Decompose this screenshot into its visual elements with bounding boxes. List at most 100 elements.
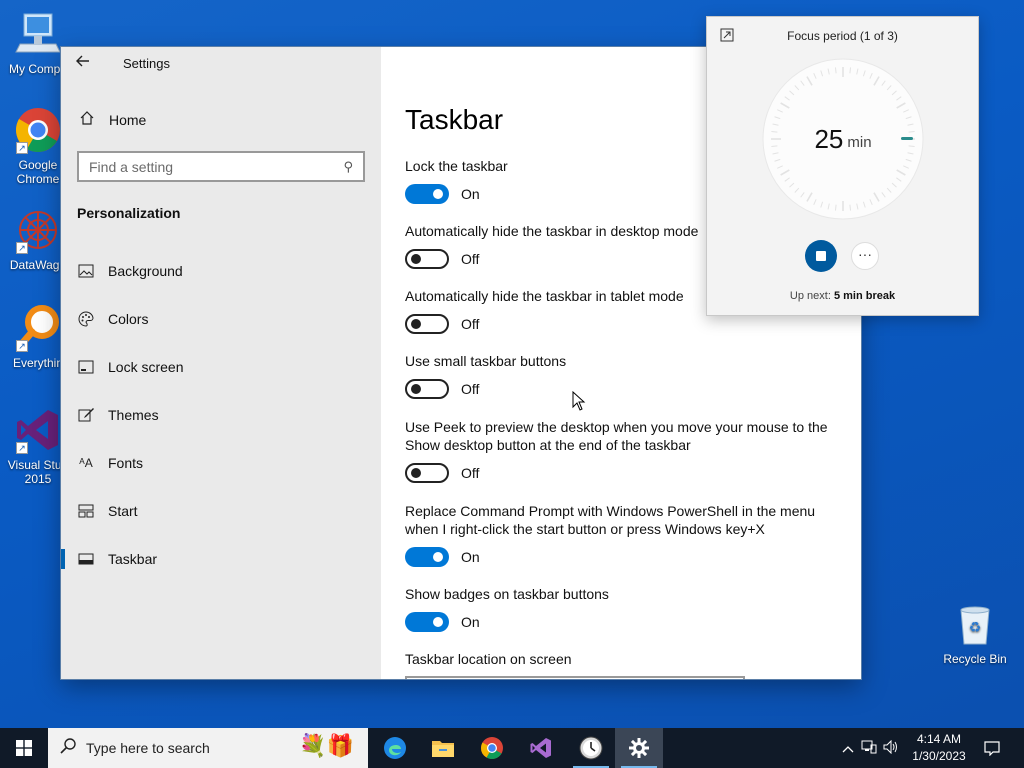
sidebar-item-label: Colors (108, 311, 149, 327)
chevron-up-icon[interactable] (838, 741, 858, 756)
more-options-button[interactable]: ··· (851, 242, 879, 270)
edge-icon (384, 737, 406, 759)
chrome-icon: ↗ (14, 106, 62, 154)
notification-center-icon[interactable] (980, 728, 1004, 768)
focus-period-label: Focus period (1 of 3) (787, 29, 898, 43)
focus-timer-window: Focus period (1 of 3) 25 min ··· Up next… (706, 16, 979, 316)
toggle-state: On (461, 186, 480, 202)
mouse-cursor-icon (572, 391, 586, 411)
small-buttons-toggle[interactable] (405, 379, 449, 399)
sidebar-item-label: Fonts (108, 455, 144, 471)
visual-studio-icon (530, 738, 551, 758)
datawagon-icon: ↗ (14, 206, 62, 254)
setting-label: Show badges on taskbar buttons (405, 586, 609, 602)
sidebar-item-home[interactable]: Home (77, 109, 146, 131)
sidebar-item-label: Background (108, 263, 183, 279)
powershell-toggle[interactable] (405, 547, 449, 567)
taskbar-icon (77, 550, 95, 568)
toggle-state: On (461, 549, 480, 565)
setting-label: Use Peek to preview the desktop when you… (405, 419, 828, 453)
autohide-tablet-toggle[interactable] (405, 314, 449, 334)
desktop-icon-recycle-bin[interactable]: ♻ Recycle Bin (940, 602, 1010, 666)
sidebar-item-taskbar[interactable]: Taskbar (61, 535, 381, 583)
lock-taskbar-toggle[interactable] (405, 184, 449, 204)
stop-button[interactable] (805, 240, 837, 272)
timer-readout: 25 min (761, 57, 925, 221)
search-icon (60, 737, 76, 759)
taskbar-app-edge[interactable] (371, 728, 419, 768)
sidebar-item-fonts[interactable]: ᴬA Fonts (61, 439, 381, 487)
toggle-state: On (461, 614, 480, 630)
setting-label: Taskbar location on screen (405, 651, 572, 667)
everything-icon: ↗ (14, 304, 62, 352)
network-icon[interactable] (858, 740, 880, 757)
gift-icon: 💐🎁 (299, 733, 354, 758)
setting-label: Replace Command Prompt with Windows Powe… (405, 503, 816, 537)
sidebar-item-background[interactable]: Background (61, 247, 381, 295)
shortcut-arrow-icon: ↗ (16, 340, 28, 352)
setting-badges: Show badges on taskbar buttons On (405, 585, 845, 632)
system-tray (838, 728, 902, 768)
computer-icon (14, 10, 62, 58)
lock-screen-icon (77, 358, 95, 376)
setting-powershell: Replace Command Prompt with Windows Powe… (405, 502, 845, 567)
toggle-state: Off (461, 381, 480, 397)
up-next-value: 5 min break (833, 290, 896, 302)
search-icon: ⚲ (343, 158, 353, 174)
back-arrow-icon[interactable] (75, 53, 97, 75)
peek-toggle[interactable] (405, 463, 449, 483)
sidebar-item-start[interactable]: Start (61, 487, 381, 535)
search-placeholder: Find a setting (89, 158, 174, 175)
up-next-label: Up next: 5 min break (707, 290, 978, 302)
badges-toggle[interactable] (405, 612, 449, 632)
up-next-prefix: Up next: (789, 290, 834, 302)
setting-location: Taskbar location on screen (405, 650, 845, 668)
volume-icon[interactable] (880, 739, 902, 757)
sidebar-item-label: Themes (108, 407, 159, 423)
image-icon (77, 262, 95, 280)
chrome-icon (481, 737, 503, 759)
start-tiles-icon (77, 502, 95, 520)
setting-peek: Use Peek to preview the desktop when you… (405, 418, 845, 483)
windows-logo-icon (16, 740, 32, 756)
font-icon: ᴬA (79, 456, 93, 470)
sidebar-item-label: Home (109, 112, 147, 128)
stop-icon (816, 251, 826, 261)
section-heading: Personalization (77, 205, 181, 221)
page-title: Taskbar (405, 104, 504, 135)
sidebar-item-themes[interactable]: Themes (61, 391, 381, 439)
palette-icon (77, 310, 95, 328)
taskbar-search-box[interactable]: Type here to search 💐🎁 (48, 728, 368, 768)
taskbar-clock[interactable]: 4:14 AM 1/30/2023 (908, 731, 970, 765)
taskbar-app-chrome[interactable] (468, 728, 516, 768)
sidebar-nav: Background Colors Lock screen Themes ᴬA … (61, 247, 381, 583)
autohide-desktop-toggle[interactable] (405, 249, 449, 269)
sidebar-item-label: Start (108, 503, 138, 519)
taskbar-search-placeholder: Type here to search (86, 740, 210, 756)
setting-small-buttons: Use small taskbar buttons Off (405, 352, 845, 399)
toggle-state: Off (461, 316, 480, 332)
window-title: Settings (123, 56, 170, 71)
brush-icon (77, 406, 95, 424)
timer-minutes: 25 (814, 123, 844, 154)
taskbar-location-dropdown[interactable] (405, 676, 745, 679)
shortcut-arrow-icon: ↗ (16, 142, 28, 154)
find-setting-input[interactable]: Find a setting ⚲ (77, 151, 365, 182)
recycle-bin-icon: ♻ (953, 602, 997, 646)
start-button[interactable] (0, 728, 48, 768)
taskbar-app-file-explorer[interactable] (419, 728, 467, 768)
home-icon (77, 110, 97, 130)
svg-text:♻: ♻ (969, 620, 982, 636)
taskbar-app-clock[interactable] (567, 728, 615, 768)
toggle-state: Off (461, 251, 480, 267)
visual-studio-icon: ↗ (14, 406, 62, 454)
desktop-icon-label: Recycle Bin (943, 652, 1007, 666)
taskbar-app-settings[interactable] (615, 728, 663, 768)
taskbar-app-visual-studio[interactable] (517, 728, 565, 768)
sidebar-item-lock-screen[interactable]: Lock screen (61, 343, 381, 391)
file-explorer-icon (432, 741, 454, 757)
sidebar-item-label: Lock screen (108, 359, 184, 375)
sidebar-item-colors[interactable]: Colors (61, 295, 381, 343)
shortcut-arrow-icon: ↗ (16, 242, 28, 254)
sidebar-item-label: Taskbar (108, 551, 158, 567)
